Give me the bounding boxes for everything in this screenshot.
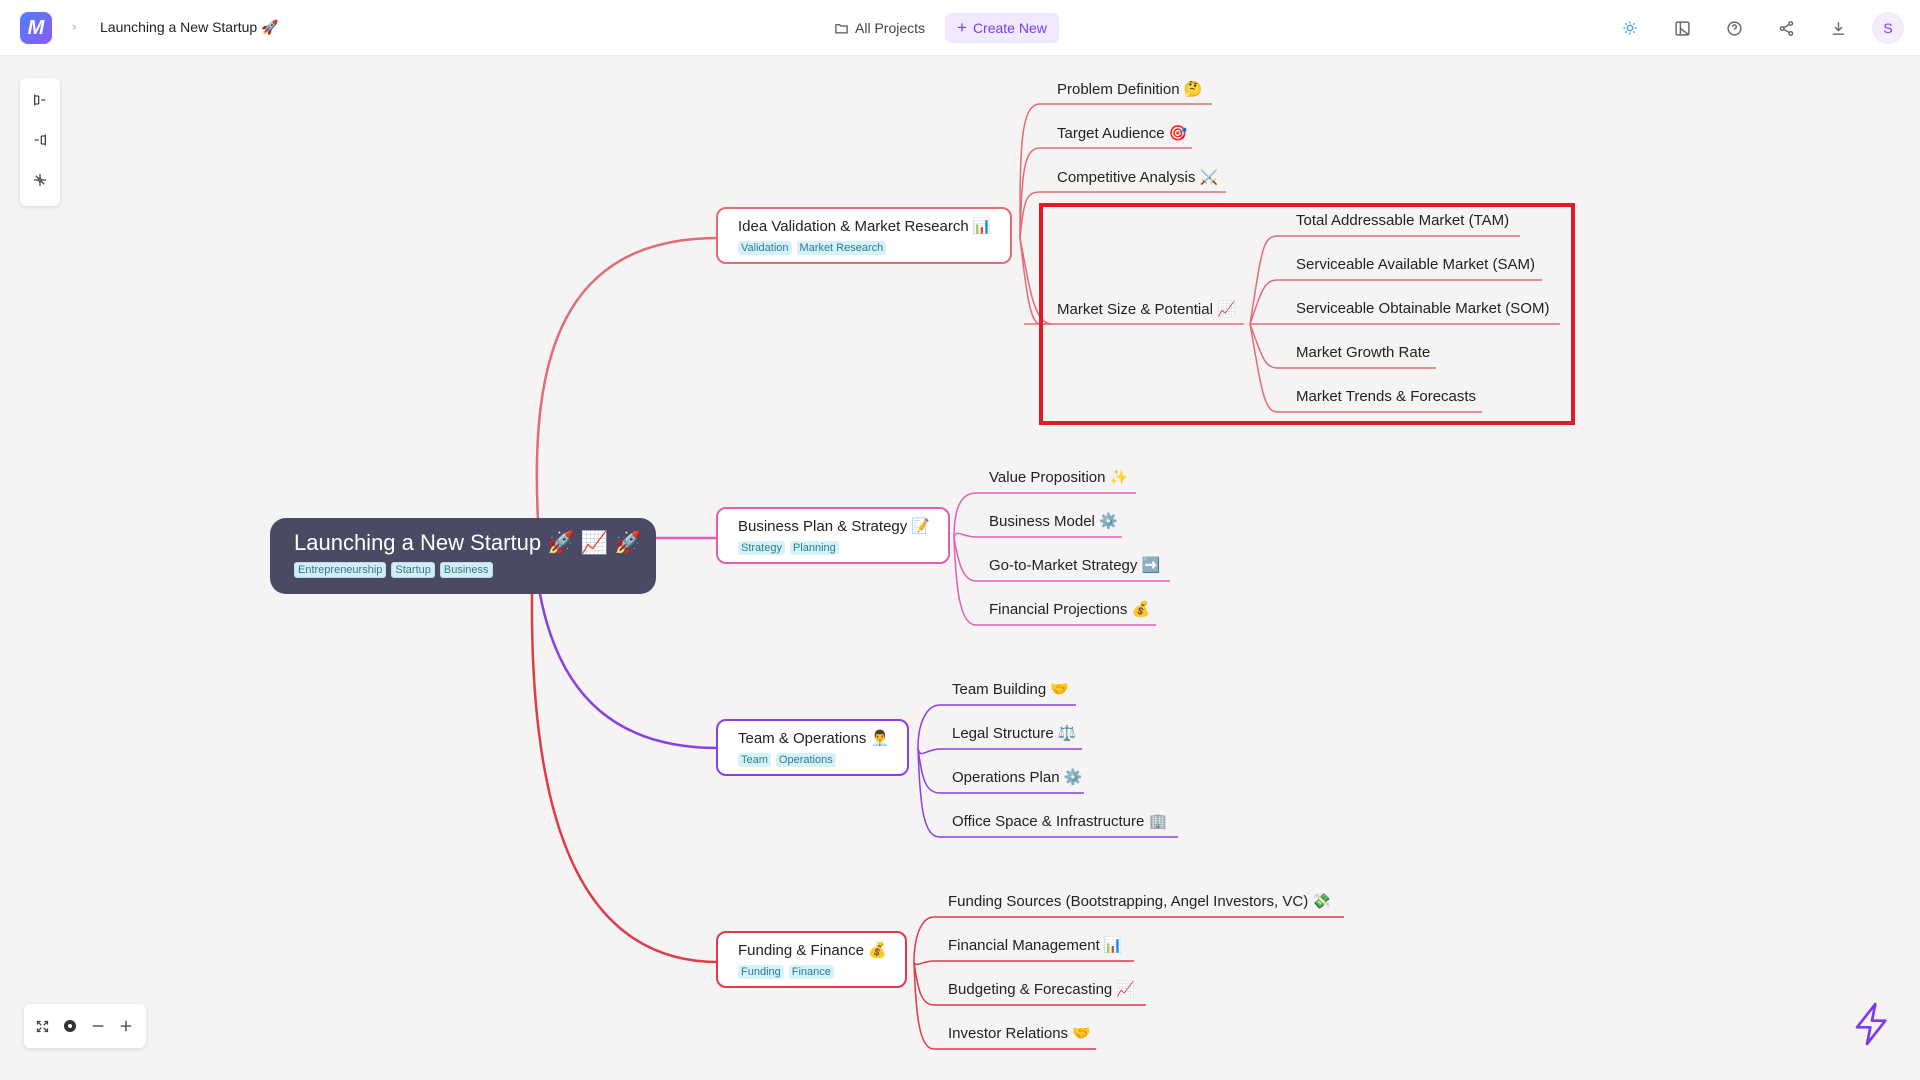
zoom-in-icon[interactable]	[116, 1016, 136, 1036]
branch-tags: Validation Market Research	[738, 241, 992, 255]
connector-root-idea	[535, 236, 719, 521]
root-node[interactable]: Launching a New Startup 🚀 📈 🚀 Entreprene…	[270, 518, 656, 594]
branch-title: Idea Validation & Market Research 📊	[738, 218, 992, 235]
leaf-node[interactable]: Competitive Analysis ⚔️	[1057, 168, 1218, 186]
tag-chip[interactable]: Entrepreneurship	[294, 562, 387, 578]
branch-tags: Team Operations	[738, 753, 889, 767]
tag-chip[interactable]: Startup	[391, 562, 435, 578]
tag-chip[interactable]: Market Research	[796, 241, 887, 255]
connector-root-team	[538, 593, 719, 750]
leaf-node[interactable]: Target Audience 🎯	[1057, 124, 1187, 142]
branch-tags: Strategy Planning	[738, 541, 930, 555]
root-title: Launching a New Startup 🚀 📈 🚀	[294, 530, 642, 555]
branch-node-team-operations[interactable]: Team & Operations 👨‍💼 Team Operations	[716, 719, 910, 776]
leaf-node[interactable]: Funding Sources (Bootstrapping, Angel In…	[948, 892, 1331, 910]
branch-title: Funding & Finance 💰	[738, 942, 887, 959]
leaf-node[interactable]: Financial Management 📊	[948, 936, 1123, 954]
leaf-node[interactable]: Financial Projections 💰	[989, 600, 1150, 618]
tag-chip[interactable]: Validation	[738, 241, 792, 255]
zoom-out-icon[interactable]	[88, 1016, 108, 1036]
leaf-node[interactable]: Problem Definition 🤔	[1057, 80, 1202, 98]
center-icon[interactable]	[60, 1016, 80, 1036]
root-tags: Entrepreneurship Startup Business	[294, 562, 632, 578]
tag-chip[interactable]: Strategy	[738, 541, 785, 555]
connector-root-finance	[530, 593, 719, 964]
branch-node-funding-finance[interactable]: Funding & Finance 💰 Funding Finance	[716, 931, 907, 988]
leaf-node[interactable]: Legal Structure ⚖️	[952, 724, 1077, 742]
tag-chip[interactable]: Operations	[775, 753, 836, 767]
tag-chip[interactable]: Funding	[738, 965, 784, 979]
leaf-node[interactable]: Value Proposition ✨	[989, 468, 1128, 486]
fit-screen-icon[interactable]	[32, 1016, 52, 1036]
branch-title: Team & Operations 👨‍💼	[738, 730, 890, 747]
tag-chip[interactable]: Planning	[789, 541, 839, 555]
zoom-controls	[24, 1004, 146, 1048]
branch-node-idea-validation[interactable]: Idea Validation & Market Research 📊 Vali…	[716, 207, 1012, 264]
branch-tags: Funding Finance	[738, 965, 887, 979]
leaf-node[interactable]: Business Model ⚙️	[989, 512, 1118, 530]
selection-highlight	[1039, 203, 1575, 425]
tag-chip[interactable]: Business	[439, 562, 493, 578]
leaf-node[interactable]: Operations Plan ⚙️	[952, 768, 1082, 786]
branch-title: Business Plan & Strategy 📝	[738, 518, 931, 535]
tag-chip[interactable]: Finance	[788, 965, 834, 979]
branch-node-business-plan[interactable]: Business Plan & Strategy 📝 Strategy Plan…	[716, 507, 951, 564]
leaf-node[interactable]: Office Space & Infrastructure 🏢	[952, 812, 1167, 830]
leaf-node[interactable]: Go-to-Market Strategy ➡️	[989, 556, 1160, 574]
leaf-node[interactable]: Investor Relations 🤝	[948, 1024, 1091, 1042]
tag-chip[interactable]: Team	[738, 753, 771, 767]
lightning-icon[interactable]	[1852, 1002, 1892, 1046]
leaf-node[interactable]: Team Building 🤝	[952, 680, 1069, 698]
leaf-node[interactable]: Budgeting & Forecasting 📈	[948, 980, 1135, 998]
